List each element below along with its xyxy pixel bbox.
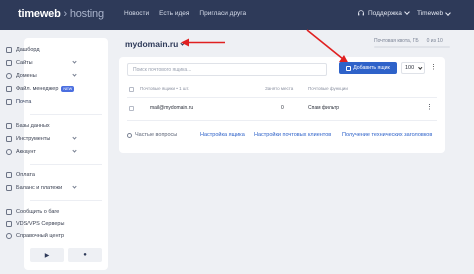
- support-label: Поддержка: [368, 9, 402, 17]
- database-icon: [6, 123, 12, 129]
- sidebar-item-sites[interactable]: Сайты: [6, 58, 80, 68]
- bug-icon: [6, 209, 12, 215]
- nav-invite[interactable]: Пригласи друга: [199, 10, 246, 17]
- sidebar-item-balance[interactable]: Баланс и платежи: [6, 183, 80, 193]
- sidebar-item-dashboard[interactable]: Дашборд: [6, 45, 80, 55]
- quota-progress-bar: [374, 46, 450, 48]
- faq-link[interactable]: Частые вопросы: [127, 132, 177, 138]
- new-badge: NEW: [61, 86, 75, 92]
- nav-idea[interactable]: Есть идея: [159, 10, 189, 17]
- sidebar-item-domains[interactable]: Домены: [6, 71, 80, 81]
- app-store-button[interactable]: ●: [68, 248, 102, 262]
- google-play-button[interactable]: ▶: [30, 248, 64, 262]
- mailbox-feature: Спам фильтр: [308, 105, 340, 111]
- sites-icon: [6, 60, 12, 66]
- mailbox-used: 0: [281, 105, 284, 111]
- apple-icon: ●: [83, 252, 87, 258]
- wallet-icon: [6, 185, 12, 191]
- column-used: Занято места: [265, 86, 294, 91]
- chevron-down-icon: [72, 72, 77, 77]
- quota-value: 0 из 10: [426, 38, 443, 44]
- domain-selector[interactable]: mydomain.ru: [125, 39, 185, 49]
- chevron-down-icon: [404, 9, 410, 15]
- table-divider: [127, 97, 437, 98]
- chevron-down-icon: [72, 148, 77, 153]
- domain-name: mydomain.ru: [125, 39, 179, 49]
- sidebar-item-help-center[interactable]: Справочный центр: [6, 231, 80, 241]
- folder-icon: [6, 86, 12, 92]
- chevron-down-icon: [445, 9, 451, 16]
- account-icon: [6, 149, 12, 155]
- table-header: Почтовые ящики • 1 шт. Занято места Почт…: [127, 84, 437, 94]
- sidebar-divider: [30, 200, 102, 201]
- sidebar-item-tools[interactable]: Инструменты: [6, 134, 80, 144]
- row-more-icon[interactable]: ⋮: [426, 103, 433, 111]
- help-links: Частые вопросы Настройка ящика Настройки…: [127, 130, 447, 140]
- sidebar-item-vds[interactable]: VDS/VPS Серверы: [6, 219, 80, 229]
- app-store-links: ▶ ●: [30, 248, 102, 262]
- add-mailbox-button[interactable]: Добавить ящик: [339, 62, 397, 74]
- tools-icon: [6, 136, 12, 142]
- logo[interactable]: timeweb › hosting: [18, 8, 104, 20]
- nav-news[interactable]: Новости: [124, 10, 149, 17]
- chevron-down-icon: [72, 59, 77, 64]
- play-icon: ▶: [44, 252, 50, 259]
- annotation-arrow-icon: [181, 38, 225, 47]
- sidebar-item-payment[interactable]: Оплата: [6, 170, 80, 180]
- mailbox-email[interactable]: mail@mydomain.ru: [150, 105, 193, 111]
- chevron-down-icon: [72, 184, 77, 189]
- mail-clients-link[interactable]: Настройки почтовых клиентов: [254, 132, 331, 138]
- sidebar-item-databases[interactable]: Базы данных: [6, 121, 80, 131]
- sidebar-item-account[interactable]: Аккаунт: [6, 147, 80, 157]
- sidebar-divider: [30, 114, 102, 115]
- dashboard-icon: [6, 47, 12, 53]
- support-menu[interactable]: Поддержка: [357, 9, 410, 17]
- help-icon: [6, 233, 12, 239]
- table-row[interactable]: mail@mydomain.ru 0 Спам фильтр ⋮: [127, 102, 437, 114]
- globe-icon: [6, 73, 12, 79]
- user-menu[interactable]: Timeweb: [417, 9, 451, 17]
- mailbox-search-input[interactable]: Поиск почтового ящика...: [127, 63, 327, 76]
- payment-icon: [6, 172, 12, 178]
- top-bar: timeweb › hosting Новости Есть идея Приг…: [0, 0, 474, 30]
- sidebar-item-file-manager[interactable]: Файл. менеджер NEW: [6, 84, 80, 94]
- column-mailboxes: Почтовые ящики • 1 шт.: [140, 86, 190, 91]
- sidebar-item-mail[interactable]: Почта: [6, 97, 80, 107]
- headset-icon: [358, 10, 364, 16]
- more-options-icon[interactable]: ⋮: [430, 63, 437, 71]
- mailbox-settings-link[interactable]: Настройка ящика: [200, 132, 245, 138]
- tech-headers-link[interactable]: Получение технических заголовков: [342, 132, 432, 138]
- annotation-arrow-icon: [306, 29, 349, 64]
- top-nav: Новости Есть идея Пригласи друга: [124, 10, 246, 17]
- question-icon: [127, 132, 132, 138]
- chevron-down-icon: [72, 135, 77, 140]
- user-name: Timeweb: [417, 10, 444, 17]
- quota-label: Почтовая квота, ГБ: [374, 38, 419, 44]
- server-icon: [6, 221, 12, 227]
- mailbox-icon: [346, 65, 352, 71]
- sidebar-divider: [30, 164, 102, 165]
- column-features: Почтовые функции: [308, 86, 348, 91]
- mail-quota: Почтовая квота, ГБ 0 из 10: [374, 38, 443, 44]
- table-divider: [127, 120, 437, 121]
- sidebar-item-report-bug[interactable]: Сообщить о баге: [6, 207, 80, 217]
- per-page-select[interactable]: 100: [401, 62, 425, 74]
- mail-icon: [6, 99, 12, 105]
- chevron-down-icon: [417, 65, 422, 69]
